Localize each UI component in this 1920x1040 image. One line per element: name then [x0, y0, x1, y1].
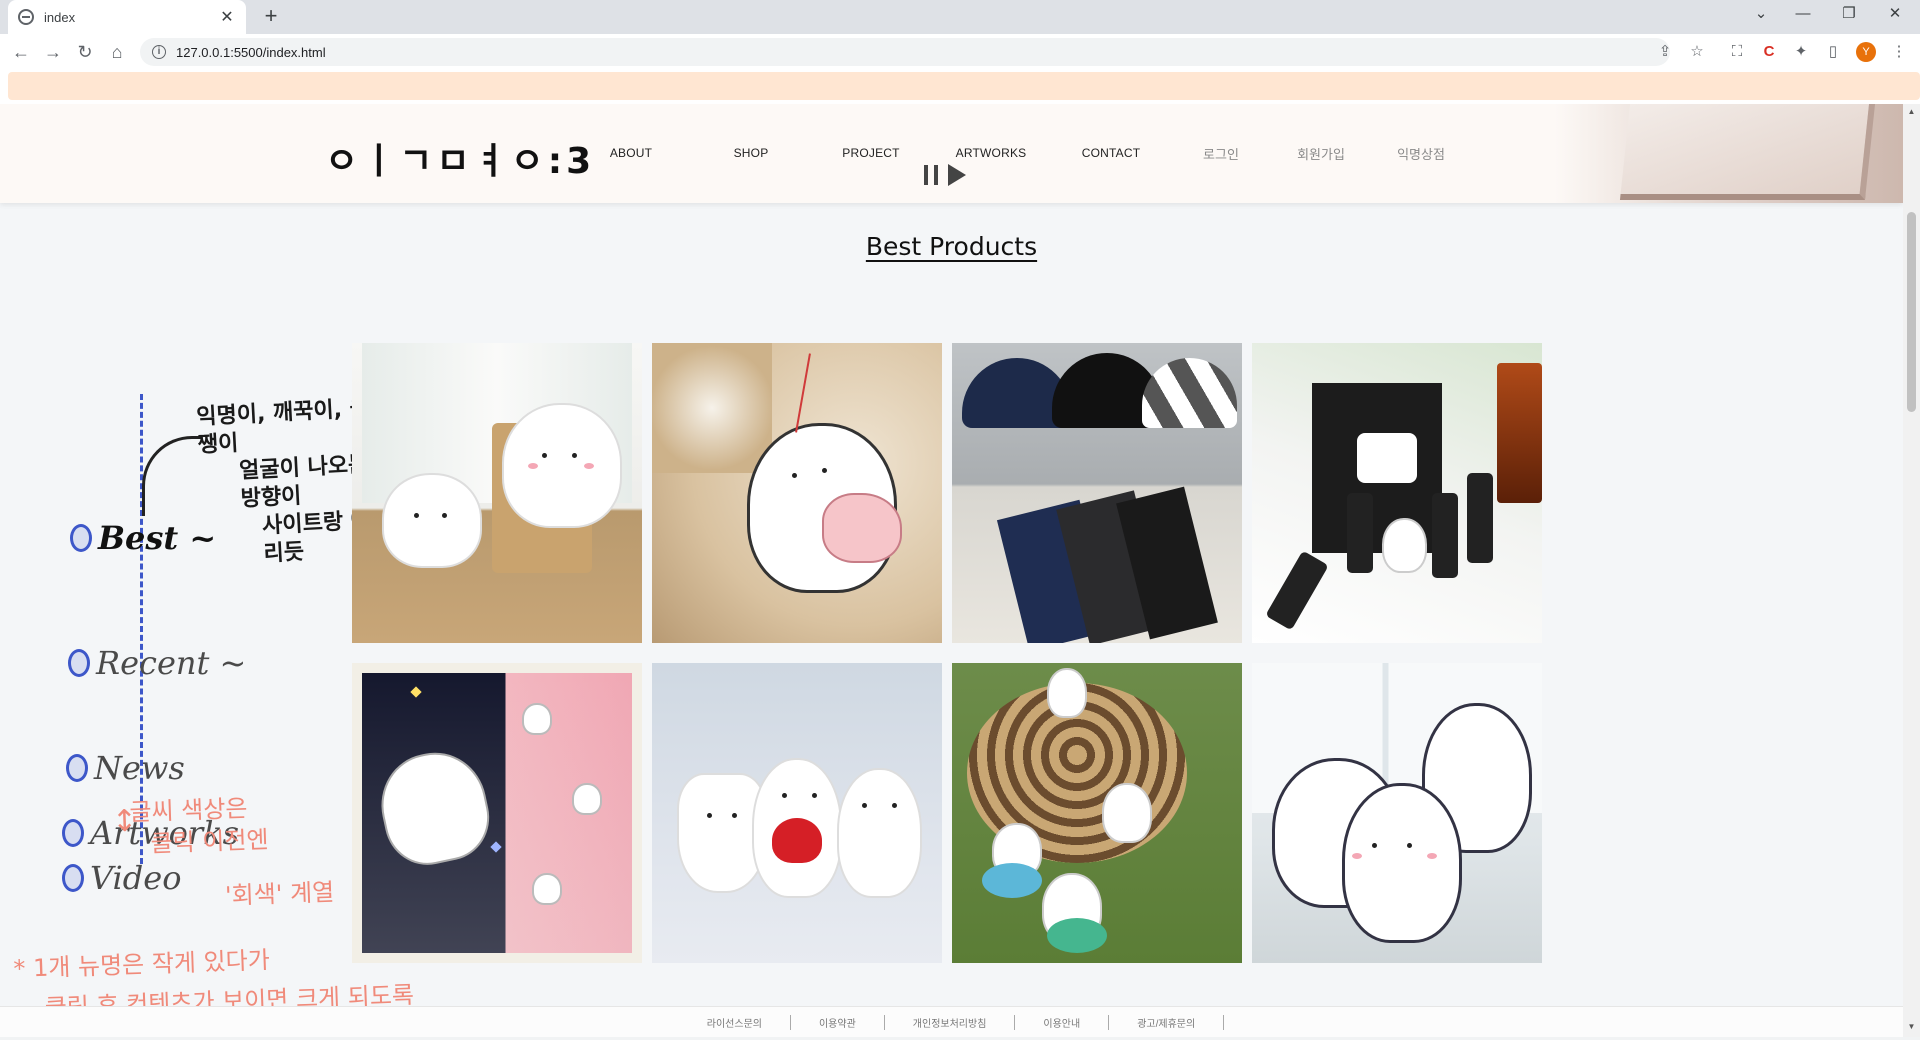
page-viewport: ㅇㅣㄱㅁㅕㅇ:3 ABOUT SHOP PROJECT ARTWORKS CON…	[0, 104, 1903, 1037]
circle-bullet-icon	[62, 819, 84, 847]
bookmark-star-icon[interactable]: ☆	[1686, 41, 1708, 63]
info-bar-strip	[8, 72, 1920, 100]
share-icon[interactable]: ⇪	[1654, 41, 1676, 63]
product-card-umbrellas[interactable]	[952, 343, 1242, 643]
main-nav: ABOUT SHOP PROJECT ARTWORKS CONTACT	[571, 146, 1171, 160]
scrollbar-thumb[interactable]	[1907, 212, 1916, 412]
url-text: 127.0.0.1:5500/index.html	[176, 44, 326, 60]
slider-controls	[924, 164, 966, 186]
scroll-down-arrow-icon[interactable]: ▼	[1907, 1022, 1916, 1031]
side-item-best[interactable]: Best ~	[70, 519, 216, 557]
side-item-label: Video	[90, 859, 182, 897]
profile-avatar[interactable]: Y	[1856, 42, 1876, 62]
circle-bullet-icon	[66, 754, 88, 782]
side-timeline-nav: 익명이, 깨꾹이, 올쨍이 얼굴이 나오는 방향이 사이트랑 어울리듯 Best…	[60, 274, 392, 897]
nav-contact[interactable]: CONTACT	[1051, 146, 1171, 160]
pause-icon[interactable]	[924, 165, 938, 185]
product-card-plush-pair[interactable]	[352, 343, 642, 643]
nav-about[interactable]: ABOUT	[571, 146, 691, 160]
site-logo[interactable]: ㅇㅣㄱㅁㅕㅇ:3	[325, 132, 595, 184]
puzzle-extensions-icon[interactable]: ✦	[1790, 41, 1812, 63]
new-tab-button[interactable]: +	[258, 4, 284, 30]
handwritten-note-gray: '회색' 계열	[224, 878, 335, 910]
note-color-line-2: 클릭 이전엔	[150, 825, 270, 858]
browser-tab[interactable]: index ✕	[8, 0, 246, 34]
side-item-label: Best ~	[98, 519, 217, 557]
globe-icon	[18, 9, 34, 25]
nav-artworks[interactable]: ARTWORKS	[931, 146, 1051, 160]
side-item-label: Recent ~	[96, 644, 247, 682]
side-item-video[interactable]: Video	[62, 859, 181, 897]
close-window-button[interactable]: ✕	[1872, 0, 1918, 30]
side-panel-icon[interactable]: ▯	[1822, 41, 1844, 63]
more-menu-icon[interactable]: ⋮	[1888, 41, 1910, 63]
tab-close-icon[interactable]: ✕	[218, 7, 236, 27]
up-down-arrow-icon: ↕	[111, 803, 138, 840]
nav-signup[interactable]: 회원가입	[1271, 144, 1371, 163]
product-grid	[352, 343, 1546, 963]
circle-bullet-icon	[68, 649, 90, 677]
reload-icon[interactable]: ↻	[72, 40, 98, 66]
info-bar	[0, 70, 1920, 104]
page-scrollbar[interactable]: ▲ ▼	[1903, 104, 1920, 1037]
timeline-dashed-line	[140, 394, 143, 864]
nav-login[interactable]: 로그인	[1171, 144, 1271, 163]
tab-title: index	[44, 9, 76, 25]
extension-c-icon[interactable]: C	[1758, 41, 1780, 63]
scroll-up-arrow-icon[interactable]: ▲	[1907, 107, 1916, 116]
best-products-heading: Best Products	[865, 232, 1038, 261]
product-card-figures-heart[interactable]	[652, 663, 942, 963]
minimize-button[interactable]: —	[1780, 0, 1826, 30]
address-bar[interactable]: i 127.0.0.1:5500/index.html	[140, 38, 1670, 66]
section-title: Best Products	[0, 232, 1903, 261]
forward-arrow-icon[interactable]: →	[40, 40, 66, 66]
footer-privacy[interactable]: 개인정보처리방침	[885, 1014, 1016, 1030]
handwritten-note-color: 글씨 색상은 클릭 이전엔	[129, 792, 269, 861]
nav-project[interactable]: PROJECT	[811, 146, 931, 160]
product-card-hat-figures[interactable]	[952, 663, 1242, 963]
product-card-coffee-set[interactable]	[1252, 343, 1542, 643]
tab-search-icon[interactable]: ⌄	[1738, 0, 1784, 30]
home-icon[interactable]: ⌂	[104, 40, 130, 66]
footer-license[interactable]: 라이선스문의	[679, 1014, 791, 1030]
footer-terms[interactable]: 이용약관	[791, 1014, 885, 1030]
footer-guide[interactable]: 이용안내	[1015, 1014, 1110, 1030]
product-card-blanket[interactable]	[352, 663, 642, 963]
nav-store[interactable]: 익명상점	[1371, 144, 1471, 163]
browser-toolbar: ← → ↻ ⌂ i 127.0.0.1:5500/index.html ⇪ ☆ …	[0, 34, 1920, 70]
site-header: ㅇㅣㄱㅁㅕㅇ:3 ABOUT SHOP PROJECT ARTWORKS CON…	[0, 104, 1903, 203]
circle-bullet-icon	[70, 524, 92, 552]
footer-ads[interactable]: 광고/제휴문의	[1109, 1014, 1225, 1030]
back-arrow-icon[interactable]: ←	[8, 40, 34, 66]
product-card-air-freshener[interactable]	[652, 343, 942, 643]
note-color-line-1: 글씨 색상은	[128, 794, 248, 827]
nav-shop[interactable]: SHOP	[691, 146, 811, 160]
restore-button[interactable]: ❐	[1826, 0, 1872, 30]
curved-arrow-icon	[142, 436, 202, 516]
screen-capture-icon[interactable]: ⛶	[1726, 41, 1748, 63]
banner-box-shape	[1619, 104, 1876, 200]
header-banner-image	[1555, 104, 1903, 203]
side-item-news[interactable]: News	[66, 749, 185, 787]
side-item-label: News	[94, 749, 185, 787]
side-item-recent[interactable]: Recent ~	[68, 644, 246, 682]
account-nav: 로그인 회원가입 익명상점	[1171, 144, 1471, 163]
play-icon[interactable]	[948, 164, 966, 186]
site-info-icon[interactable]: i	[152, 45, 166, 59]
product-card-cushions[interactable]	[1252, 663, 1542, 963]
site-footer: 라이선스문의 이용약관 개인정보처리방침 이용안내 광고/제휴문의	[0, 1006, 1903, 1037]
tab-strip: index ✕ + ⌄ — ❐ ✕	[0, 0, 1920, 34]
circle-bullet-icon	[62, 864, 84, 892]
